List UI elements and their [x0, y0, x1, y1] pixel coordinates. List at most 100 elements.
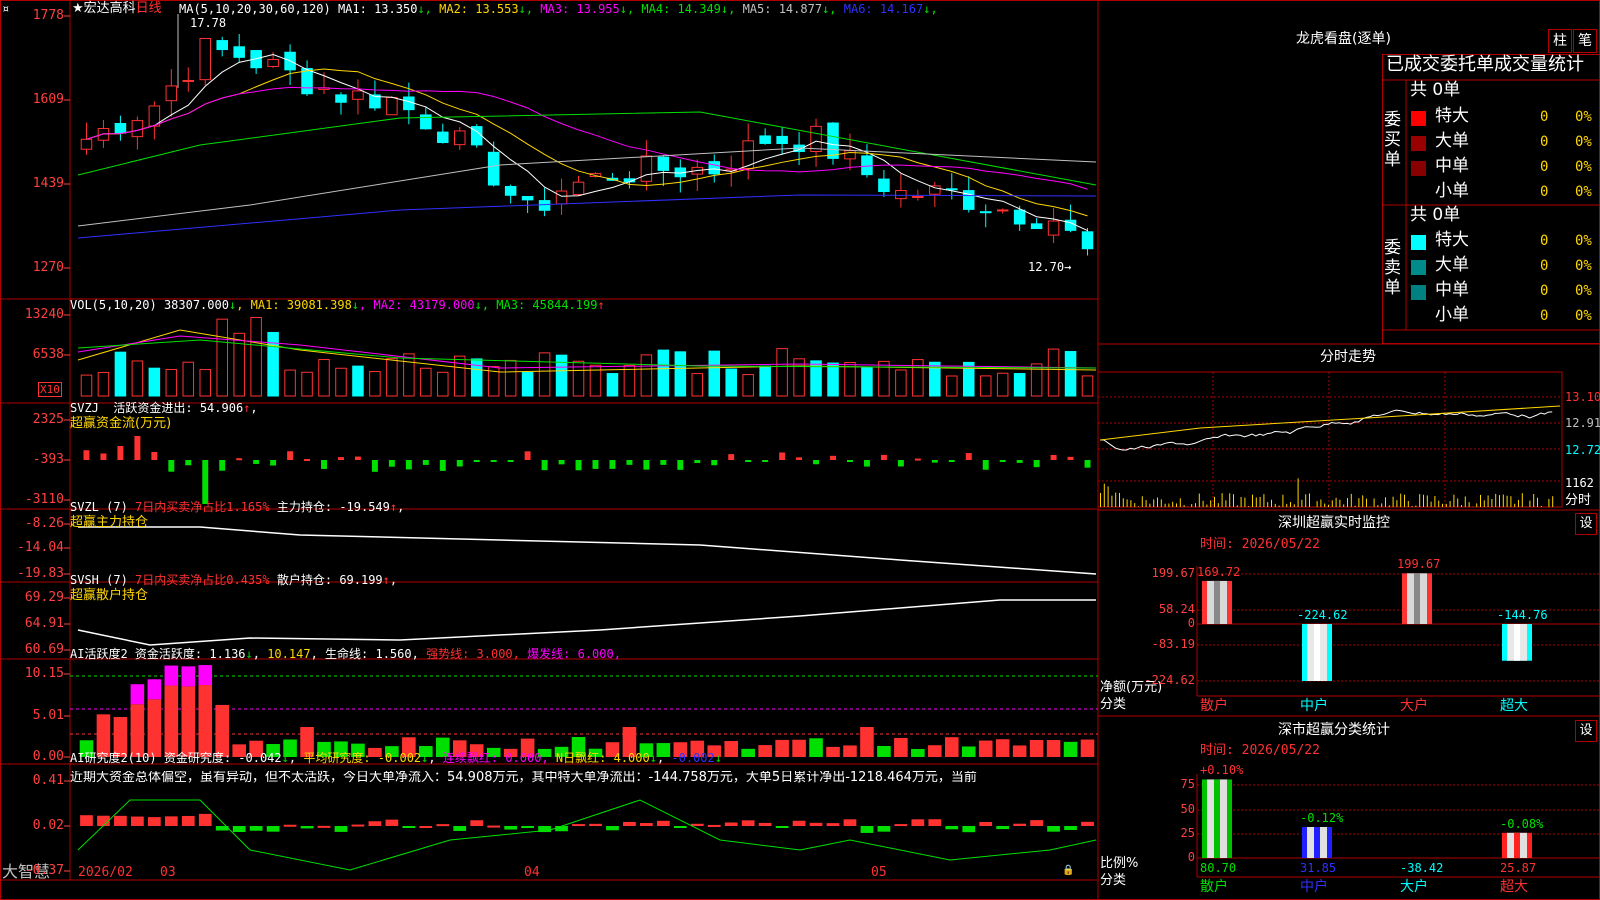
ai-research-bar: [487, 825, 501, 828]
svzj-bar: [1084, 460, 1091, 468]
candle-body: [80, 138, 93, 150]
volume-bar: [80, 374, 93, 397]
lock-icon[interactable]: 🔒: [1062, 866, 1074, 876]
ai-research-bar: [860, 826, 874, 833]
intraday-volume-bar: [1449, 501, 1451, 507]
ai-research-value: -0.042: [238, 751, 282, 765]
ai-research-bar: [266, 826, 280, 832]
svsh-ratio: 7日内买卖净占比0.435%: [135, 573, 270, 587]
sz-class-settings-button[interactable]: 设: [1575, 720, 1597, 742]
svzj-bars: [83, 436, 1091, 504]
ai-active-bar: [1080, 739, 1095, 757]
volume-bar: [437, 371, 449, 397]
intraday-volume-bar: [1464, 496, 1466, 507]
candle-body: [878, 178, 890, 193]
sell-row-count-1: 0: [1540, 258, 1549, 274]
svzj-bar: [762, 460, 769, 462]
sz-monitor-bar-shine-1: [1314, 624, 1320, 681]
candle-body: [1030, 223, 1043, 230]
intraday-volume-bar: [1111, 495, 1113, 507]
buy-row-name-0: 特大: [1435, 106, 1469, 126]
svzj-bar: [863, 460, 870, 467]
ai-active-bar: [1029, 739, 1044, 757]
corner-menu-icon[interactable]: ¤: [2, 3, 9, 15]
intraday-volume-bar: [1149, 503, 1151, 507]
intraday-volume-bar: [1282, 494, 1284, 507]
svzj-bar: [1067, 456, 1074, 460]
svzj-bar: [83, 450, 90, 460]
intraday-volume-bar: [1153, 499, 1155, 507]
volume-bar: [691, 373, 704, 397]
ai-research-axis-label-2: -0.37: [24, 863, 64, 878]
ai-research-bar: [809, 822, 823, 826]
ai-active-burst-bar: [198, 665, 213, 686]
ai-research-bar: [232, 826, 246, 833]
svzj-bar: [965, 453, 972, 460]
price-axis-label-1: 1609: [32, 92, 64, 107]
candle-body: [895, 190, 907, 200]
sz-class-cat-label: 分类: [1100, 873, 1127, 888]
svsh-axis-label-0: 69.29: [24, 590, 64, 605]
ai-research-header: AI研究度2(10) 资金研究度: -0.042↓, 平均研究度: -0.002…: [70, 751, 722, 765]
ai-research-bar: [131, 816, 144, 826]
svzj-bar: [354, 456, 361, 460]
intraday-volume-bar: [1324, 503, 1326, 507]
tick-mode-button[interactable]: 笔: [1573, 29, 1597, 53]
ai-research-bar: [504, 826, 518, 830]
ai-active-bars: [79, 665, 1095, 757]
svzj-bar: [151, 451, 158, 460]
star-icon[interactable]: ★: [72, 1, 84, 16]
svzj-value: 54.906: [199, 401, 244, 415]
ma-params: MA(5,10,20,30,60,120): [179, 2, 331, 16]
svzl-value: -19.549: [339, 500, 390, 514]
intraday-volume-bar: [1506, 495, 1508, 507]
candle-body: [437, 131, 449, 143]
sz-monitor-settings-button[interactable]: 设: [1575, 513, 1597, 535]
volume-bar: [776, 348, 788, 397]
ai-research-bar: [741, 820, 755, 826]
sz-class-unit: 比例%: [1100, 856, 1139, 871]
sz-monitor-category-1: 中户: [1300, 698, 1328, 714]
sz-class-change-0: +0.10%: [1200, 763, 1244, 778]
ai-research-bar: [945, 826, 959, 830]
svzj-bar: [1033, 460, 1040, 468]
intraday-volume-bar: [1233, 494, 1234, 507]
volume-value: 38307.000: [163, 298, 229, 312]
sz-class-axis-label-3: 0: [1187, 850, 1195, 864]
main-canvas: [0, 0, 1600, 900]
svzj-bar: [236, 458, 243, 461]
intraday-volume-bar: [1157, 497, 1158, 507]
sell-row-name-1: 大单: [1435, 255, 1469, 275]
sz-monitor-value-2: 199.67: [1397, 557, 1441, 572]
svzj-bar: [897, 460, 904, 467]
intraday-volume-bar: [1468, 502, 1470, 507]
volume-bar: [1081, 375, 1094, 397]
sz-monitor-axis-label-0: 199.67: [1151, 566, 1195, 580]
ai-research-bar: [623, 821, 636, 826]
intraday-volume-bar: [1419, 494, 1421, 507]
sz-monitor-axis-label-4: -224.62: [1144, 673, 1195, 687]
volume-bar: [148, 367, 161, 397]
price-axis-label-2: 1439: [32, 176, 64, 191]
svzj-bar: [813, 460, 820, 465]
svsh-axis-label-2: 60.69: [24, 642, 64, 657]
intraday-volume-bar: [1267, 502, 1269, 507]
date-label-1: 2026/02: [78, 865, 133, 880]
sz-monitor-value-1: -224.62: [1297, 608, 1348, 622]
period-label[interactable]: 日线: [136, 1, 162, 16]
svzj-bar: [847, 460, 853, 462]
candle-body: [759, 135, 771, 144]
svzj-bar: [388, 460, 395, 467]
intraday-volume-bar: [1138, 506, 1139, 507]
buy-row-count-3: 0: [1540, 184, 1549, 200]
volume-bar: [403, 353, 415, 397]
sz-class-value-0: 80.70: [1200, 861, 1237, 875]
svzj-bar: [830, 455, 836, 460]
intraday-price-low: 12.72: [1565, 443, 1600, 457]
svzj-bar: [880, 454, 887, 460]
sz-monitor-bar-shine-3: [1514, 624, 1520, 661]
candle-body: [216, 40, 228, 51]
candle-body: [538, 200, 551, 211]
ai-active-burst-bar: [130, 684, 145, 705]
bar-mode-button[interactable]: 柱: [1548, 29, 1572, 53]
